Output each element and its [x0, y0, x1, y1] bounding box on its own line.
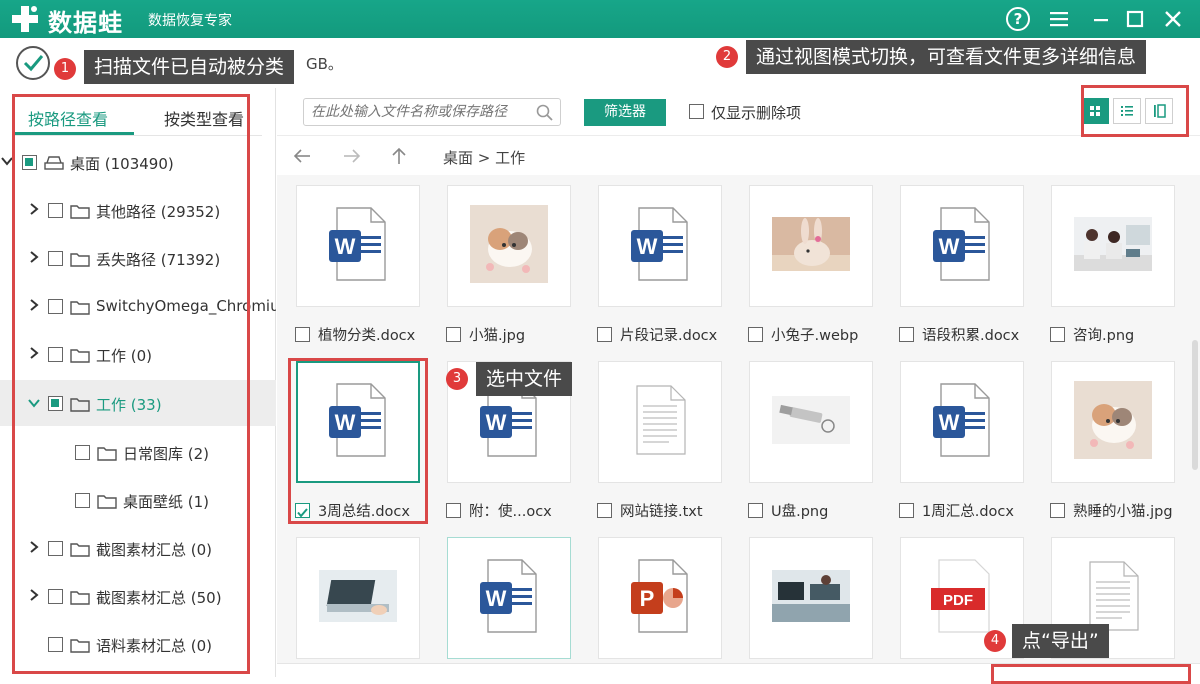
callout-2: 通过视图模式切换，可查看文件更多详细信息	[746, 40, 1147, 74]
word-icon: W	[931, 382, 993, 462]
callout-badge-4: 4	[984, 630, 1006, 652]
text-file-icon	[633, 384, 687, 460]
callout-badge-2: 2	[716, 46, 738, 68]
file-card[interactable]	[598, 361, 722, 483]
search-icon[interactable]	[536, 104, 553, 121]
callout-1: 扫描文件已自动被分类	[84, 50, 295, 84]
back-arrow-icon[interactable]	[291, 145, 313, 167]
search-box[interactable]	[303, 98, 561, 126]
file-name: 植物分类.docx	[318, 328, 416, 344]
file-name: 1周汇总.docx	[922, 504, 1014, 520]
file-card[interactable]	[1051, 361, 1175, 483]
svg-text:W: W	[486, 410, 507, 435]
close-icon[interactable]	[1160, 6, 1186, 32]
annotation-box-selected	[288, 358, 428, 524]
svg-text:PDF: PDF	[943, 592, 973, 609]
file-card[interactable]: W	[598, 185, 722, 307]
file-name: 片段记录.docx	[620, 328, 718, 344]
callout-4: 点“导出”	[1012, 624, 1109, 658]
file-checkbox[interactable]	[899, 503, 914, 518]
word-icon: W	[629, 206, 691, 286]
pdf-icon: PDF	[931, 558, 993, 638]
file-name: 语段积累.docx	[922, 328, 1020, 344]
file-card[interactable]	[296, 537, 420, 659]
usb-thumbnail	[772, 396, 850, 448]
annotation-box-tree	[12, 94, 250, 674]
file-checkbox[interactable]	[899, 327, 914, 342]
file-name: 咨询.png	[1073, 328, 1135, 344]
grid-scrollbar[interactable]	[1192, 340, 1198, 470]
file-card[interactable]: W	[447, 537, 571, 659]
rabbit-thumbnail	[772, 217, 850, 275]
annotation-box-views	[1081, 85, 1189, 137]
file-card[interactable]: W	[296, 185, 420, 307]
file-toolbar: 筛选器 仅显示删除项	[277, 88, 1200, 136]
callout-3: 选中文件	[476, 362, 573, 396]
minimize-icon[interactable]	[1088, 6, 1114, 32]
forward-arrow-icon[interactable]	[341, 145, 363, 167]
help-icon[interactable]: ?	[1006, 7, 1030, 31]
file-checkbox[interactable]	[748, 327, 763, 342]
office-thumbnail	[1074, 217, 1152, 275]
word-icon: W	[327, 206, 389, 286]
kitten-thumbnail	[1074, 381, 1152, 463]
scan-status-text: GB。	[306, 55, 343, 73]
file-card[interactable]	[1051, 185, 1175, 307]
file-card[interactable]	[749, 361, 873, 483]
scan-complete-icon	[16, 46, 50, 80]
file-name: 小兔子.webp	[771, 328, 859, 344]
file-checkbox[interactable]	[446, 503, 461, 518]
callout-badge-1: 1	[54, 58, 76, 80]
path-navbar: 桌面 > 工作	[277, 137, 1200, 175]
file-card[interactable]: W	[900, 185, 1024, 307]
svg-text:W: W	[335, 234, 356, 259]
file-name: 网站链接.txt	[620, 504, 703, 520]
deleted-only-label: 仅显示删除项	[711, 104, 802, 122]
file-checkbox[interactable]	[295, 327, 310, 342]
kitten-thumbnail	[470, 205, 548, 287]
svg-text:W: W	[939, 234, 960, 259]
annotation-box-export	[991, 664, 1191, 684]
file-name: 小猫.jpg	[469, 328, 526, 344]
filter-button[interactable]: 筛选器	[584, 99, 666, 126]
svg-text:W: W	[486, 586, 507, 611]
logo-icon	[12, 6, 38, 32]
maximize-icon[interactable]	[1122, 6, 1148, 32]
file-checkbox[interactable]	[1050, 327, 1065, 342]
app-name: 数据蛙	[48, 9, 123, 37]
callout-badge-3: 3	[446, 368, 468, 390]
svg-text:P: P	[640, 586, 655, 611]
up-arrow-icon[interactable]	[388, 145, 410, 167]
file-checkbox[interactable]	[1050, 503, 1065, 518]
file-checkbox[interactable]	[446, 327, 461, 342]
title-bar: 数据蛙 数据恢复专家 ?	[0, 0, 1200, 38]
search-input[interactable]	[304, 99, 524, 125]
word-icon: W	[478, 558, 540, 638]
file-name: 附：使...ocx	[469, 504, 552, 520]
desk-thumbnail	[772, 570, 850, 626]
file-checkbox[interactable]	[597, 503, 612, 518]
file-card[interactable]: W	[900, 361, 1024, 483]
laptop-thumbnail	[319, 570, 397, 626]
file-checkbox[interactable]	[597, 327, 612, 342]
file-card[interactable]	[749, 537, 873, 659]
powerpoint-icon: P	[629, 558, 691, 638]
deleted-only-checkbox[interactable]	[689, 104, 704, 119]
file-card[interactable]	[447, 185, 571, 307]
menu-icon[interactable]	[1046, 6, 1072, 32]
file-checkbox[interactable]	[748, 503, 763, 518]
file-name: U盘.png	[771, 504, 829, 520]
file-name: 熟睡的小猫.jpg	[1073, 504, 1173, 520]
file-card[interactable]: P	[598, 537, 722, 659]
word-icon: W	[931, 206, 993, 286]
breadcrumb: 桌面 > 工作	[443, 149, 526, 167]
file-card[interactable]	[749, 185, 873, 307]
svg-text:W: W	[637, 234, 658, 259]
svg-text:W: W	[939, 410, 960, 435]
app-subtitle: 数据恢复专家	[148, 13, 232, 29]
